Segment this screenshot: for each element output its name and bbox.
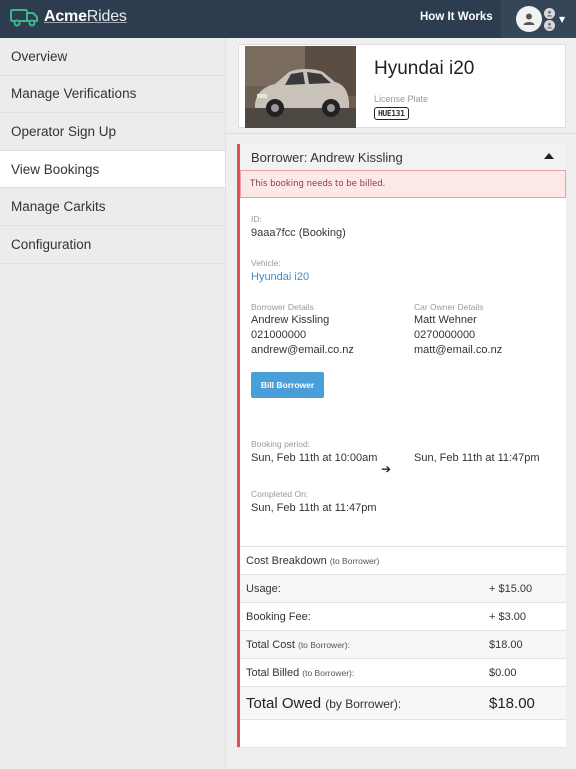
owner-phone: 0270000000 (414, 329, 476, 341)
total-billed-row: Total Billed (to Borrower): $0.00 (240, 659, 566, 687)
user-avatar-icon (516, 6, 542, 32)
sidebar-item-manage-carkits[interactable]: Manage Carkits (0, 188, 225, 226)
vehicle-link[interactable]: Hyundai i20 (251, 270, 309, 285)
total-cost-value: $18.00 (489, 638, 523, 651)
brand-name: AcmeRides (44, 8, 127, 25)
license-plate: HUE131 (374, 107, 409, 120)
total-billed-value: $0.00 (489, 666, 517, 679)
user-avatar-icon (544, 19, 555, 31)
cost-breakdown-table: Cost Breakdown (to Borrower) Usage: + $1… (240, 546, 566, 720)
booking-period-label: Booking period: (251, 439, 311, 449)
vehicle-title: Hyundai i20 (374, 58, 475, 79)
booking-period-end: Sun, Feb 11th at 11:47pm (414, 452, 540, 464)
booking-panel-header[interactable]: Borrower: Andrew Kissling (240, 144, 566, 170)
sidebar-item-overview[interactable]: Overview (0, 38, 225, 76)
owner-email: matt@email.co.nz (414, 344, 503, 356)
billing-alert: This booking needs to be billed. (240, 170, 566, 198)
sidebar-item-view-bookings[interactable]: View Bookings (0, 150, 225, 189)
how-it-works-link[interactable]: How It Works (420, 11, 493, 23)
total-owed-value: $18.00 (489, 694, 535, 712)
booking-id-value: 9aaa7fcc (Booking) (251, 227, 346, 239)
license-plate-label: License Plate (374, 94, 429, 104)
borrower-details-label: Borrower Details (251, 302, 314, 312)
booking-panel: Borrower: Andrew Kissling This booking n… (237, 144, 566, 747)
total-billed-label: Total Billed (to Borrower): (246, 666, 355, 679)
owner-name: Matt Wehner (414, 314, 477, 326)
sidebar: Overview Manage Verifications Operator S… (0, 38, 226, 769)
secondary-avatars (544, 7, 555, 31)
usage-row: Usage: + $15.00 (240, 575, 566, 603)
booking-fee-value: + $3.00 (489, 610, 527, 623)
booking-fee-row: Booking Fee: + $3.00 (240, 603, 566, 631)
truck-icon (10, 7, 40, 27)
completed-on-value: Sun, Feb 11th at 11:47pm (251, 502, 377, 514)
divider (226, 133, 576, 134)
user-menu[interactable]: ▼ (501, 0, 576, 38)
vehicle-card: Hyundai i20 License Plate HUE131 (238, 44, 566, 128)
total-owed-row: Total Owed (by Borrower): $18.00 (240, 687, 566, 720)
top-navbar: AcmeRides How It Works ▼ (0, 0, 576, 38)
borrower-email: andrew@email.co.nz (251, 344, 354, 356)
total-cost-label: Total Cost (to Borrower): (246, 638, 350, 651)
usage-label: Usage: (246, 582, 281, 595)
sidebar-item-manage-verifications[interactable]: Manage Verifications (0, 76, 225, 114)
caret-up-icon[interactable] (544, 153, 554, 159)
main-content: Hyundai i20 License Plate HUE131 Borrowe… (226, 38, 576, 769)
owner-details-label: Car Owner Details (414, 302, 484, 312)
vehicle-label: Vehicle: (251, 258, 281, 268)
total-cost-row: Total Cost (to Borrower): $18.00 (240, 631, 566, 659)
total-owed-label: Total Owed (by Borrower): (246, 694, 402, 712)
arrow-right-icon: ➔ (381, 462, 392, 476)
bill-borrower-button[interactable]: Bill Borrower (251, 372, 324, 398)
completed-on-label: Completed On: (251, 489, 309, 499)
cost-breakdown-header-row: Cost Breakdown (to Borrower) (240, 547, 566, 575)
caret-down-icon: ▼ (559, 14, 566, 24)
usage-value: + $15.00 (489, 582, 533, 595)
booking-fee-label: Booking Fee: (246, 610, 311, 623)
sidebar-item-configuration[interactable]: Configuration (0, 226, 225, 264)
booking-id-label: ID: (251, 214, 262, 224)
cost-breakdown-label: Cost Breakdown (to Borrower) (246, 554, 380, 567)
borrower-name: Andrew Kissling (251, 314, 330, 326)
sidebar-item-operator-sign-up[interactable]: Operator Sign Up (0, 113, 225, 151)
borrower-phone: 021000000 (251, 329, 307, 341)
car-photo (245, 46, 356, 128)
booking-period-start: Sun, Feb 11th at 10:00am (251, 452, 378, 464)
brand-logo[interactable]: AcmeRides (10, 7, 127, 27)
user-avatar-icon (544, 7, 555, 19)
booking-header-title: Borrower: Andrew Kissling (251, 149, 403, 165)
